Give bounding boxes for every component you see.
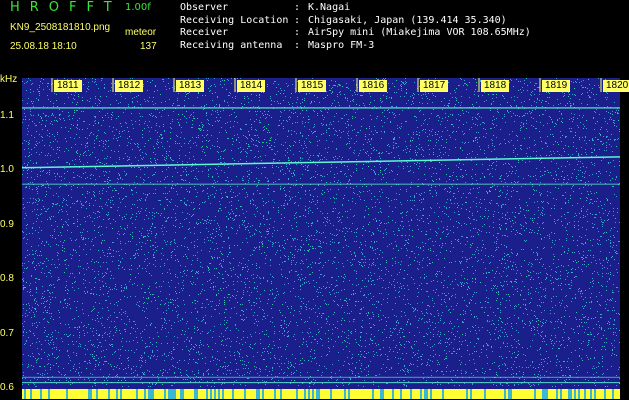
y-tick-label: 0.7 xyxy=(0,327,14,339)
x-tick-label: 1816 xyxy=(359,80,388,92)
info-separator: : xyxy=(294,2,301,13)
info-label: Observer xyxy=(180,2,229,13)
info-row-receiver: Receiver : AirSpy mini (Miakejima VOR 10… xyxy=(180,27,531,40)
x-tick-label: 1814 xyxy=(237,80,266,92)
spectrogram xyxy=(22,78,620,399)
bottom-status-bar xyxy=(22,389,620,399)
app-version: 1.00f xyxy=(125,2,151,13)
info-row-antenna: Receiving antenna : Maspro FM-3 xyxy=(180,40,531,53)
info-row-location: Receiving Location : Chigasaki, Japan (1… xyxy=(180,15,531,28)
x-tick-label: 1817 xyxy=(420,80,449,92)
info-separator: : xyxy=(294,27,301,38)
x-tick-label: 1812 xyxy=(115,80,144,92)
info-value: Maspro FM-3 xyxy=(308,39,375,51)
y-tick-label: 0.6 xyxy=(0,382,14,394)
app-title: HROFFT xyxy=(10,0,122,15)
x-tick-label: 1820 xyxy=(603,80,629,92)
info-label: Receiving antenna xyxy=(180,39,283,51)
info-row-observer: Observer : K.Nagai xyxy=(180,2,531,15)
info-value: Chigasaki, Japan (139.414 35.340) xyxy=(308,14,507,26)
observation-info: Observer : K.Nagai Receiving Location : … xyxy=(180,2,531,52)
x-tick-label: 1813 xyxy=(176,80,205,92)
y-tick-label: 1.0 xyxy=(0,164,14,176)
info-separator: : xyxy=(294,14,301,26)
y-axis-unit: kHz xyxy=(0,74,18,85)
spectrogram-background xyxy=(22,78,620,399)
x-tick-label: 1815 xyxy=(298,80,327,92)
info-label: Receiving Location xyxy=(180,14,289,26)
detection-count: 137 xyxy=(140,41,157,52)
info-value: K.Nagai xyxy=(308,2,351,13)
y-tick-label: 0.8 xyxy=(0,273,14,285)
x-tick-label: 1811 xyxy=(54,80,82,92)
mode-label: meteor xyxy=(125,27,157,38)
x-tick-label: 1818 xyxy=(481,80,510,92)
info-label: Receiver xyxy=(180,27,229,38)
info-separator: : xyxy=(294,39,301,51)
timestamp: 25.08.18 18:10 xyxy=(10,41,77,52)
spectrogram-canvas xyxy=(22,78,620,399)
y-tick-label: 1.1 xyxy=(0,110,14,122)
file-name: KN9_2508181810.png xyxy=(10,22,111,33)
header: HROFFT 1.00f KN9_2508181810.png meteor 2… xyxy=(0,0,629,76)
y-tick-label: 0.9 xyxy=(0,218,14,230)
x-tick-label: 1819 xyxy=(542,80,571,92)
info-value: AirSpy mini (Miakejima VOR 108.65MHz) xyxy=(308,27,531,38)
